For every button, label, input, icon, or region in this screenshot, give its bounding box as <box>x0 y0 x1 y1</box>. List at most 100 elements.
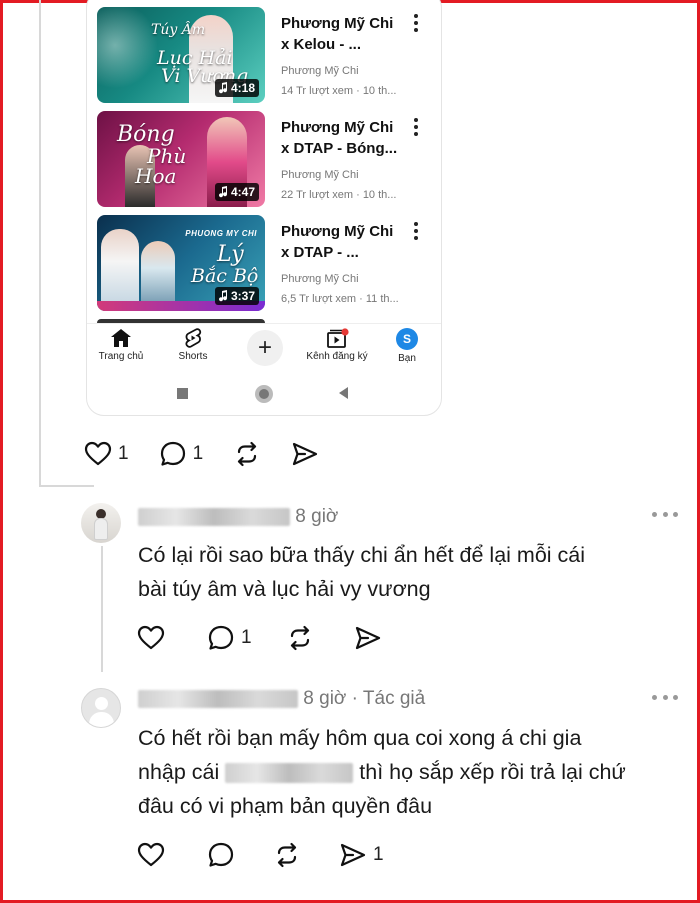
nav-shorts[interactable]: Shorts <box>153 328 233 362</box>
back-icon[interactable] <box>339 387 349 399</box>
repost-icon <box>238 441 257 467</box>
video-title[interactable]: Phương Mỹ Chi x DTAP - ... <box>281 221 403 263</box>
singer-figure <box>141 241 175 301</box>
share-count: 1 <box>373 844 384 865</box>
reply-count: 1 <box>241 627 252 648</box>
post-actions: 1 1 <box>84 440 349 468</box>
video-meta: 22 Tr lượt xem · 10 th... <box>281 189 397 201</box>
comment-text-fragment: nhập cái <box>138 760 220 784</box>
duration-text: 3:37 <box>230 289 255 303</box>
comment-text-fragment: thì họ sắp xếp rồi trả lại chứ <box>359 760 626 784</box>
share-button[interactable]: 1 <box>339 841 384 869</box>
video-channel[interactable]: Phương Mỹ Chi <box>281 169 359 181</box>
plus-icon: + <box>257 334 272 361</box>
redacted-username[interactable] <box>138 507 290 526</box>
share-button[interactable] <box>354 624 382 652</box>
nav-you-label: Bạn <box>398 353 416 364</box>
home-icon <box>111 329 131 347</box>
nav-home-label: Trang chủ <box>98 351 144 362</box>
embedded-youtube-screenshot[interactable]: Túy Âm Lục Hải Vi Vương 4:18 Phương Mỹ C… <box>86 0 442 416</box>
duration-badge: 4:18 <box>214 79 259 97</box>
nav-shorts-label: Shorts <box>178 351 208 362</box>
more-horizontal-icon[interactable] <box>652 512 678 518</box>
music-note-icon <box>218 290 227 302</box>
nav-subscriptions[interactable]: Kênh đăng ký <box>297 328 377 362</box>
more-vertical-icon[interactable] <box>411 221 421 241</box>
comment-text-line: Có hết rồi bạn mấy hôm qua coi xong á ch… <box>138 726 582 750</box>
bottom-navigation: Trang chủ Shorts + Kênh đăng ký S Bạn <box>87 323 441 373</box>
video-item[interactable]: PHUONG MY CHI Lý Bắc Bộ 3:37 Phương Mỹ C… <box>97 215 433 311</box>
thumbnail-title-line: Bóng <box>117 122 175 147</box>
heart-icon <box>137 842 165 867</box>
video-thumbnail[interactable]: Bóng Phù Hoa 4:47 <box>97 111 265 207</box>
reply-count: 1 <box>192 443 204 464</box>
comment-text: Có lại rồi sao bữa thấy chi ẩn hết để lạ… <box>138 538 585 606</box>
singer-figure <box>101 229 139 301</box>
thumbnail-brand: PHUONG MY CHI <box>185 229 257 238</box>
duration-badge: 3:37 <box>214 287 259 305</box>
reply-button[interactable] <box>207 841 235 869</box>
like-button[interactable]: 1 <box>84 440 129 468</box>
heart-icon <box>84 441 112 466</box>
system-navigation-bar <box>87 381 441 407</box>
thread-line <box>39 0 41 485</box>
send-icon <box>293 442 318 466</box>
nav-subscriptions-label: Kênh đăng ký <box>306 351 368 362</box>
comment-text-line: bài túy âm và lục hải vy vương <box>138 577 431 601</box>
repost-icon <box>277 842 297 868</box>
repost-button[interactable] <box>233 440 261 468</box>
home-button-icon[interactable] <box>255 385 273 403</box>
more-vertical-icon[interactable] <box>411 13 421 33</box>
comment-actions: 1 <box>137 841 414 869</box>
video-channel[interactable]: Phương Mỹ Chi <box>281 273 359 285</box>
repost-button[interactable] <box>273 841 301 869</box>
reply-button[interactable]: 1 <box>207 624 252 652</box>
reply-thread-line <box>101 546 103 672</box>
nav-you[interactable]: S Bạn <box>367 328 441 364</box>
music-note-icon <box>218 186 227 198</box>
video-title[interactable]: Phương Mỹ Chi x Kelou - ... <box>281 13 403 55</box>
thumbnail-title-line: Túy Âm <box>151 22 206 38</box>
more-horizontal-icon[interactable] <box>652 695 678 701</box>
video-meta: 6,5 Tr lượt xem · 11 th... <box>281 293 399 305</box>
comment-bubble-icon <box>160 441 185 466</box>
like-button[interactable] <box>137 841 165 869</box>
shorts-icon <box>185 328 202 348</box>
recents-icon[interactable] <box>177 388 188 399</box>
video-title[interactable]: Phương Mỹ Chi x DTAP - Bóng... <box>281 117 403 159</box>
comment-header: 8 giờ · Tác giả <box>138 688 425 710</box>
comment-header: 8 giờ <box>138 506 338 528</box>
commenter-avatar[interactable] <box>81 503 121 543</box>
comment-text-line: nhập cái thì họ sắp xếp rồi trả lại chứ <box>138 755 626 789</box>
thread-line-connector <box>39 485 94 487</box>
default-avatar-icon[interactable] <box>81 688 121 728</box>
nav-home[interactable]: Trang chủ <box>87 328 161 362</box>
video-channel[interactable]: Phương Mỹ Chi <box>281 65 359 77</box>
duration-text: 4:18 <box>230 81 255 95</box>
video-item[interactable]: Túy Âm Lục Hải Vi Vương 4:18 Phương Mỹ C… <box>97 7 433 103</box>
thumbnail-title-line: Bắc Bộ <box>191 265 259 287</box>
comment-text: Có hết rồi bạn mấy hôm qua coi xong á ch… <box>138 721 626 823</box>
create-button[interactable]: + <box>247 330 283 366</box>
like-count: 1 <box>118 443 129 464</box>
redacted-username[interactable] <box>138 689 298 708</box>
comment-text-line: Có lại rồi sao bữa thấy chi ẩn hết để lạ… <box>138 543 586 567</box>
more-vertical-icon[interactable] <box>411 117 421 137</box>
share-button[interactable] <box>291 440 319 468</box>
video-thumbnail[interactable]: PHUONG MY CHI Lý Bắc Bộ 3:37 <box>97 215 265 311</box>
like-button[interactable] <box>137 624 165 652</box>
send-icon <box>340 843 366 867</box>
comment-bubble-icon <box>208 625 234 650</box>
comment-text-line: đâu có vi phạm bản quyền đâu <box>138 794 433 818</box>
reply-button[interactable]: 1 <box>159 440 204 468</box>
video-thumbnail[interactable]: Túy Âm Lục Hải Vi Vương 4:18 <box>97 7 265 103</box>
user-avatar: S <box>396 328 418 350</box>
comment-bubble-icon <box>208 842 234 867</box>
video-meta: 14 Tr lượt xem · 10 th... <box>281 85 397 97</box>
repost-icon <box>290 625 309 651</box>
repost-button[interactable] <box>286 624 314 652</box>
music-note-icon <box>218 82 227 94</box>
heart-icon <box>137 625 165 650</box>
thumbnail-title-line: Hoa <box>135 164 177 188</box>
video-item[interactable]: Bóng Phù Hoa 4:47 Phương Mỹ Chi x DTAP -… <box>97 111 433 207</box>
